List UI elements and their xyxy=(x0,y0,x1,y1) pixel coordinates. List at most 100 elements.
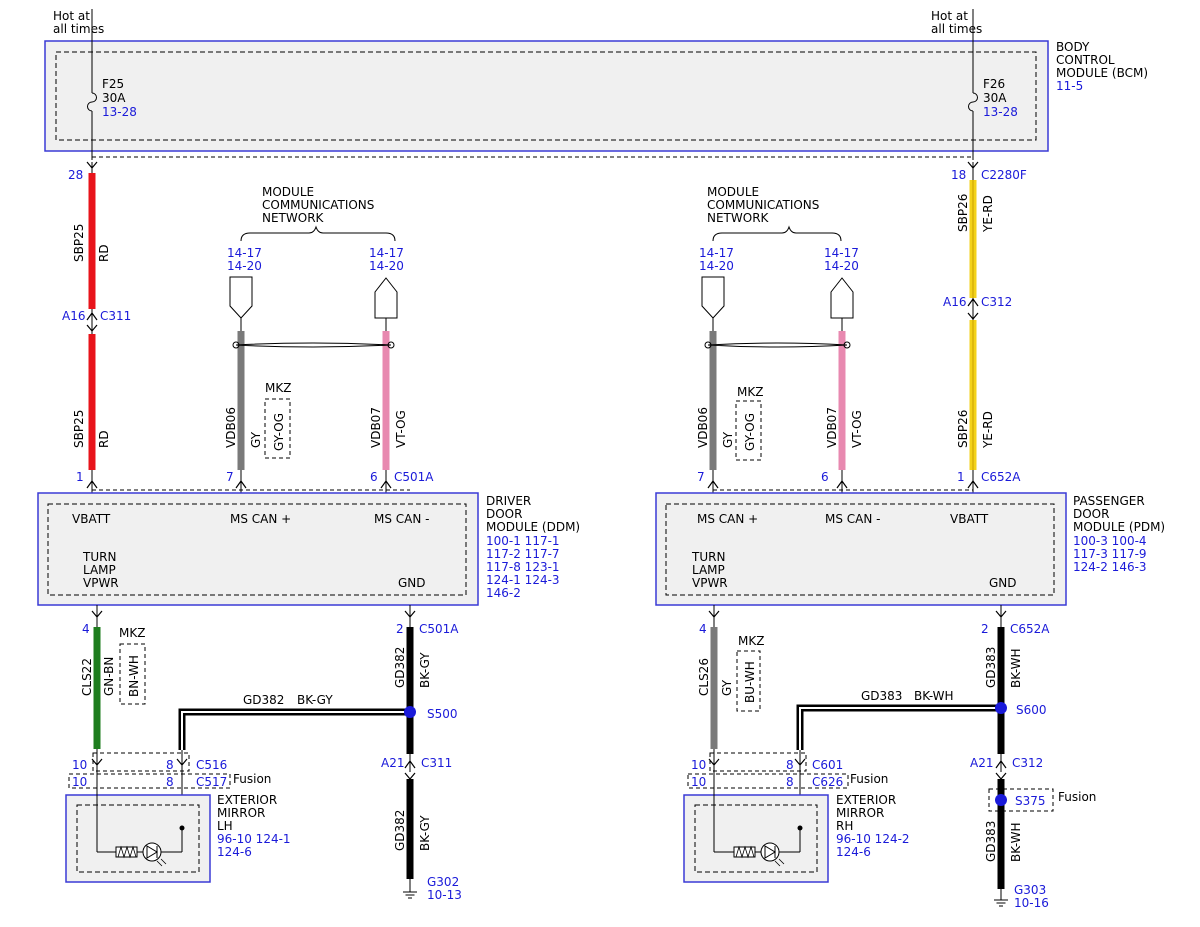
ref-left-a1: 14-17 xyxy=(227,246,262,260)
label-gy-right: GY xyxy=(721,431,735,448)
pdm-turn-3: VPWR xyxy=(692,576,728,590)
ground-g302-ref: 10-13 xyxy=(427,888,462,902)
connector-c517: C517 xyxy=(196,775,227,789)
mirror-rh-ref-2: 124-6 xyxy=(836,845,871,859)
pdm-ref-1: 100-3 100-4 xyxy=(1073,534,1147,548)
connector-arrow-down-right xyxy=(701,276,725,319)
label-bn-wh: BN-WH xyxy=(127,655,141,697)
twisted-pair-left xyxy=(235,342,392,348)
ddm-ref-1: 100-1 117-1 xyxy=(486,534,560,548)
mirror-lh-title-2: MIRROR xyxy=(217,806,265,820)
bcm-title-3: MODULE (BCM) xyxy=(1056,66,1148,80)
splice-s500 xyxy=(404,706,416,718)
twisted-pair-right xyxy=(707,342,848,348)
ddm-turn-1: TURN xyxy=(82,550,116,564)
ddm-title-2: DOOR xyxy=(486,507,522,521)
label-vdb07-left: VDB07 xyxy=(369,407,383,448)
pin-2-right: 2 xyxy=(981,622,989,636)
label-gd383-top: GD383 xyxy=(984,647,998,688)
ddm-turn-3: VPWR xyxy=(83,576,119,590)
label-rd-top: RD xyxy=(97,244,111,262)
pdm-turn-1: TURN xyxy=(691,550,725,564)
network-left-2: COMMUNICATIONS xyxy=(262,198,374,212)
ref-left-a2: 14-20 xyxy=(227,259,262,273)
label-bk-wh-horizontal: BK-WH xyxy=(914,689,954,703)
connector-c516: C516 xyxy=(196,758,227,772)
pdm-vbatt: VBATT xyxy=(950,512,989,526)
label-gn-bn: GN-BN xyxy=(102,657,116,696)
mirror-lh-title-3: LH xyxy=(217,819,233,833)
pin-8-c601: 8 xyxy=(786,758,794,772)
label-vdb07-right: VDB07 xyxy=(825,407,839,448)
fuse-f26-id: F26 xyxy=(983,77,1005,91)
ref-right-b1: 14-17 xyxy=(824,246,859,260)
ddm-mscan-minus: MS CAN - xyxy=(374,512,430,526)
pin-10-c601: 10 xyxy=(691,758,706,772)
label-gy-og-right: GY-OG xyxy=(743,413,757,451)
label-c312-lower: C312 xyxy=(1012,756,1043,770)
pin-10-c516: 10 xyxy=(72,758,87,772)
label-a21-left: A21 xyxy=(381,756,404,770)
ddm-ref-2: 117-2 117-7 xyxy=(486,547,560,561)
label-cls26: CLS26 xyxy=(697,658,711,696)
label-gd382-horizontal: GD382 xyxy=(243,693,284,707)
connector-arrow-up-right xyxy=(830,277,854,319)
label-bk-wh-top: BK-WH xyxy=(1009,648,1023,688)
pdm-title-3: MODULE (PDM) xyxy=(1073,520,1165,534)
fusion-s375: Fusion xyxy=(1058,790,1096,804)
label-sbp25-top: SBP25 xyxy=(72,224,86,262)
mirror-lh-ref-2: 124-6 xyxy=(217,845,252,859)
connector-c601: C601 xyxy=(812,758,843,772)
pdm-ref-3: 124-2 146-3 xyxy=(1073,560,1147,574)
ddm-ref-4: 124-1 124-3 xyxy=(486,573,560,587)
fuse-f25-rating: 30A xyxy=(102,91,126,105)
label-c311-lower: C311 xyxy=(421,756,452,770)
ddm-ref-3: 117-8 123-1 xyxy=(486,560,560,574)
bcm-module xyxy=(44,40,1049,152)
pin-7-right: 7 xyxy=(697,470,705,484)
pdm-title-2: DOOR xyxy=(1073,507,1109,521)
label-gy-left: GY xyxy=(249,431,263,448)
label-bk-gy-top: BK-GY xyxy=(418,652,432,688)
label-c311-left: C311 xyxy=(100,309,131,323)
fusion-right: Fusion xyxy=(850,772,888,786)
ddm-turn-2: LAMP xyxy=(83,563,116,577)
pin-1-right: 1 xyxy=(957,470,965,484)
label-sbp26-top: SBP26 xyxy=(956,194,970,232)
hot-right-1: Hot at xyxy=(931,9,968,23)
label-bk-gy-bottom: BK-GY xyxy=(418,815,432,851)
mirror-rh-ref-1: 96-10 124-2 xyxy=(836,832,910,846)
bcm-ref: 11-5 xyxy=(1056,79,1083,93)
connector-c652a-bottom: C652A xyxy=(1010,622,1050,636)
network-right-1: MODULE xyxy=(707,185,759,199)
pdm-turn-2: LAMP xyxy=(692,563,725,577)
ref-left-b2: 14-20 xyxy=(369,259,404,273)
fusion-left: Fusion xyxy=(233,772,271,786)
connector-arrow-up-left xyxy=(374,277,398,319)
lamp-rh-icon xyxy=(760,842,780,862)
pin-6-left: 6 xyxy=(370,470,378,484)
pin-8-c517: 8 xyxy=(166,775,174,789)
label-ye-rd-top: YE-RD xyxy=(981,195,995,233)
mirror-lh-ref-1: 96-10 124-1 xyxy=(217,832,291,846)
label-bu-wh: BU-WH xyxy=(743,661,757,703)
fuse-f25-id: F25 xyxy=(102,77,124,91)
label-s500: S500 xyxy=(427,707,458,721)
connector-c626: C626 xyxy=(812,775,843,789)
mirror-lh-module xyxy=(65,788,211,883)
lamp-lh-icon xyxy=(142,842,162,862)
bcm-title-1: BODY xyxy=(1056,40,1090,54)
pin-8-c516: 8 xyxy=(166,758,174,772)
fuse-f25-ref: 13-28 xyxy=(102,105,137,119)
pin-18: 18 xyxy=(951,168,966,182)
pin-4-right: 4 xyxy=(699,622,707,636)
ddm-ref-5: 146-2 xyxy=(486,586,521,600)
pdm-title-1: PASSENGER xyxy=(1073,494,1145,508)
pdm-mscan-plus: MS CAN + xyxy=(697,512,758,526)
connector-arrow-down-left xyxy=(229,276,253,319)
pin-10-c517: 10 xyxy=(72,775,87,789)
label-s375: S375 xyxy=(1015,794,1046,808)
wire-sbp25 xyxy=(86,161,98,503)
label-gd383-bottom: GD383 xyxy=(984,821,998,862)
ground-g303-ref: 10-16 xyxy=(1014,896,1049,910)
